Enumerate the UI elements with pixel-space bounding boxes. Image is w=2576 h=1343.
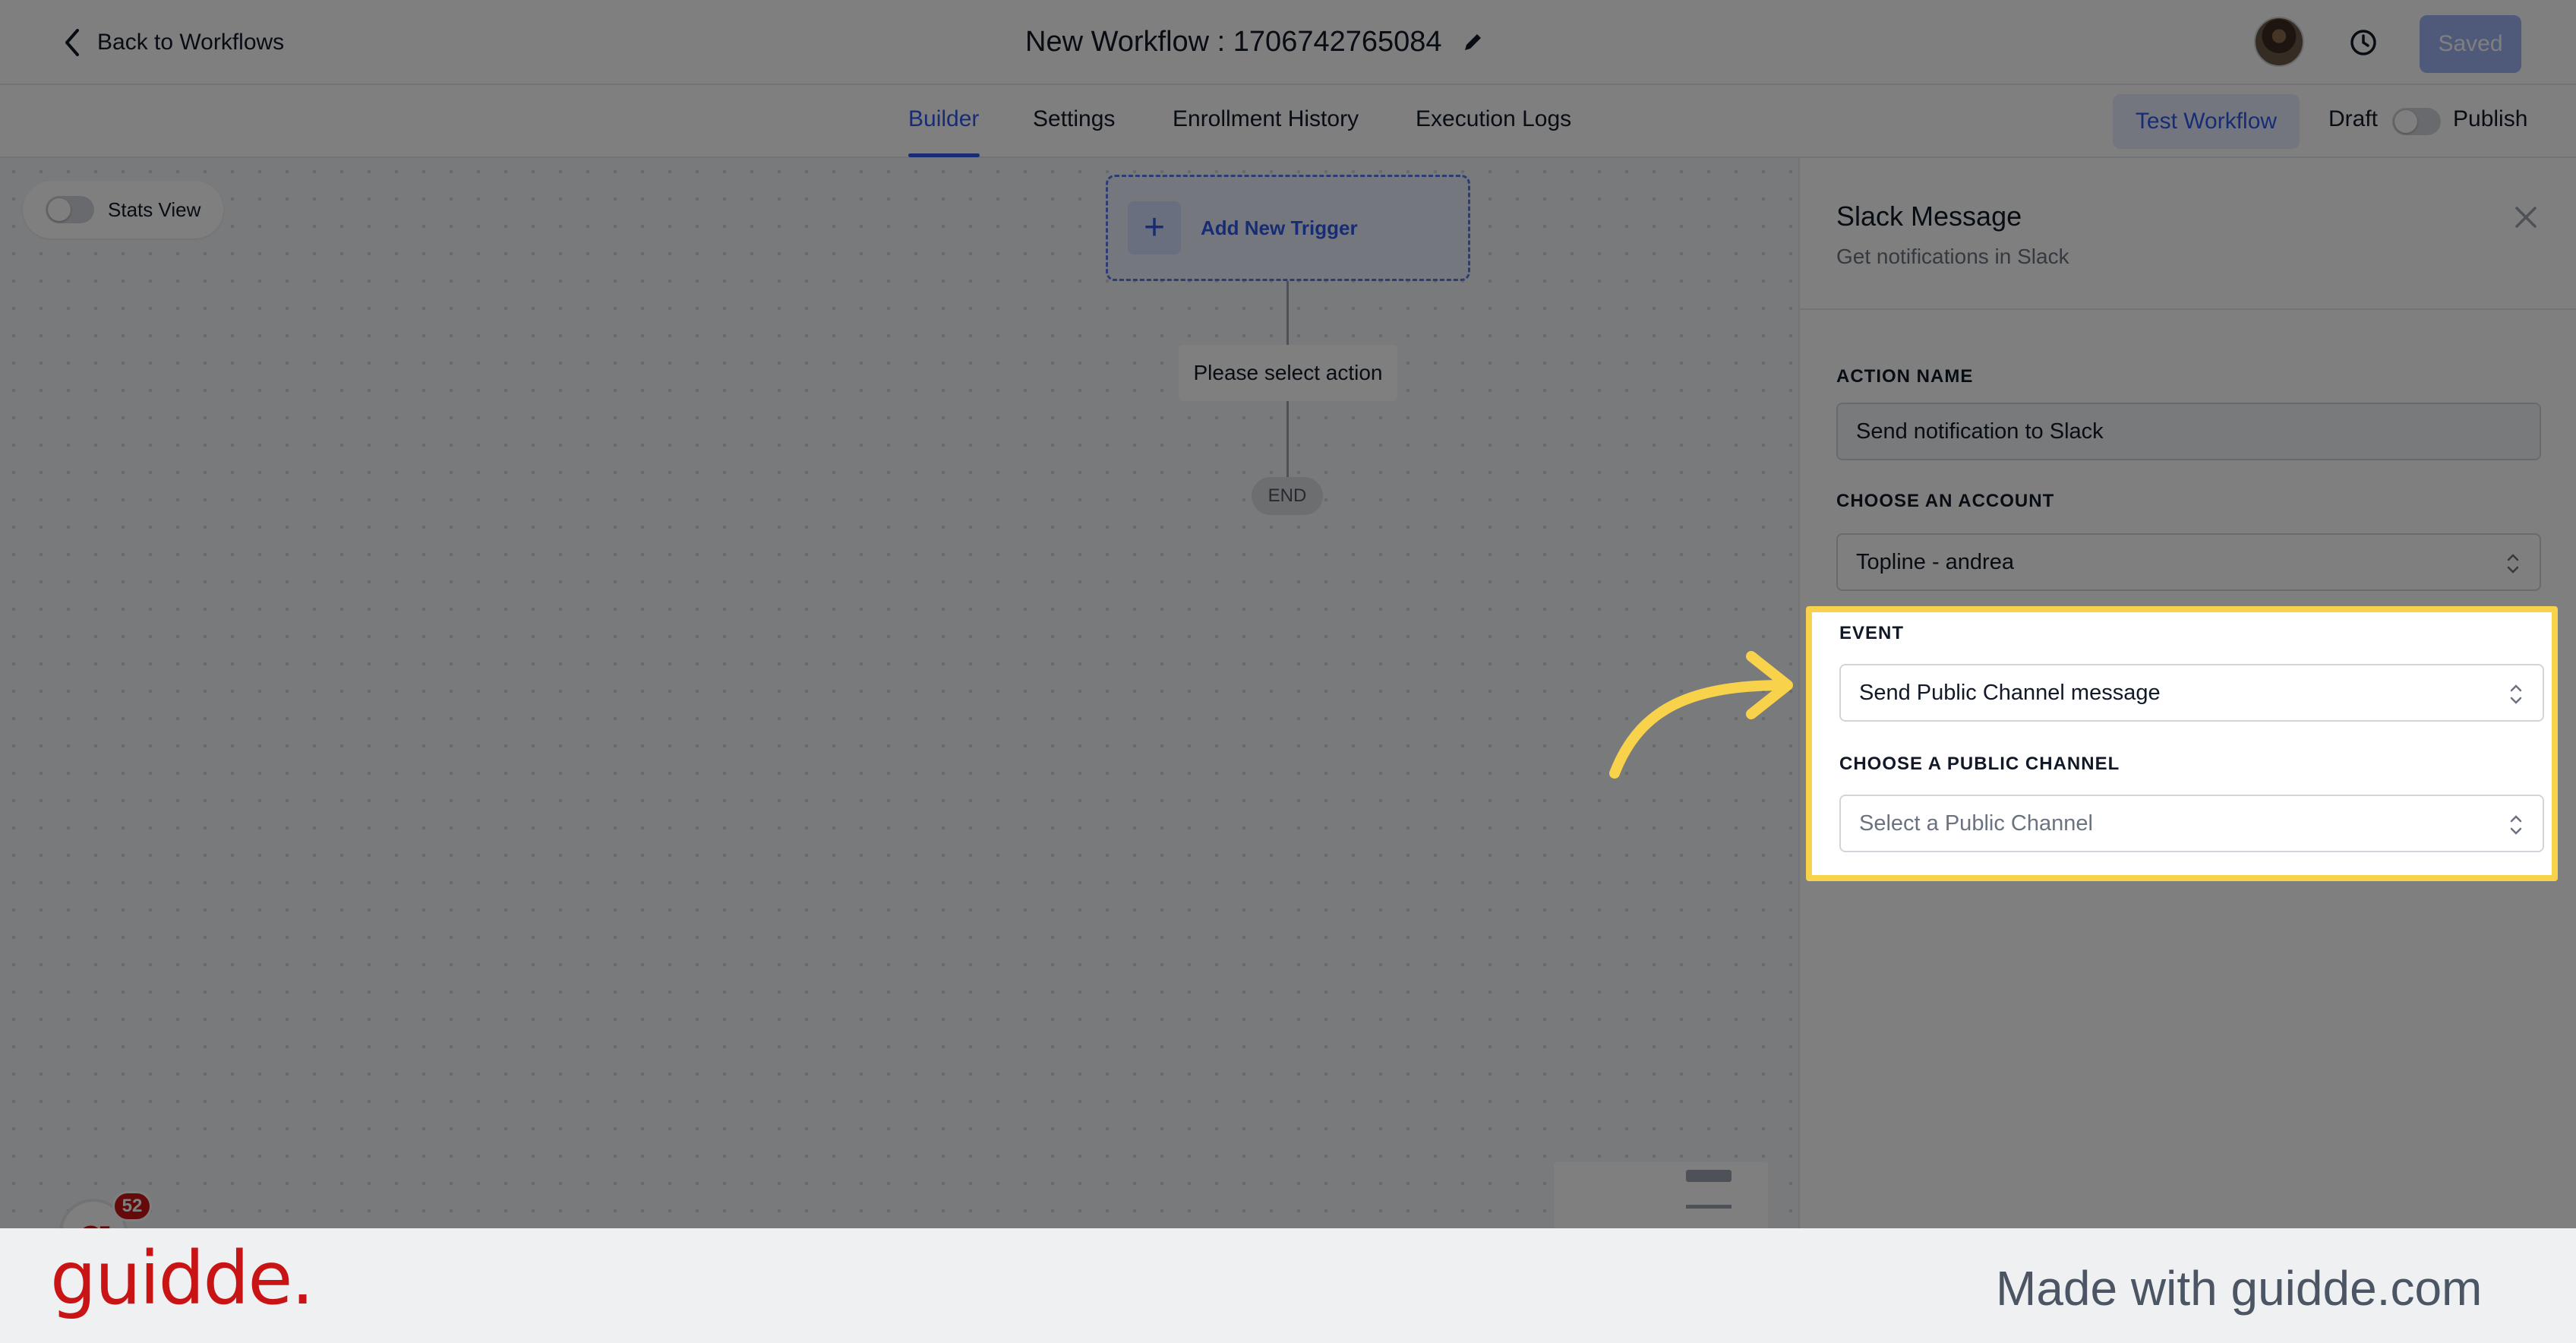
workflow-canvas[interactable]: Stats View + Add New Trigger Please sele… — [0, 158, 1798, 1228]
back-to-workflows-link[interactable]: Back to Workflows — [61, 26, 284, 59]
minimap-node — [1686, 1170, 1732, 1182]
tab-execution-logs[interactable]: Execution Logs — [1416, 106, 1571, 132]
close-icon[interactable] — [2511, 202, 2541, 232]
saved-button[interactable]: Saved — [2420, 15, 2521, 73]
publish-label: Publish — [2453, 106, 2528, 131]
made-with-text: Made with guidde.com — [1996, 1261, 2483, 1316]
action-name-label: ACTION NAME — [1836, 366, 1974, 387]
user-avatar[interactable] — [2254, 17, 2304, 67]
public-channel-placeholder: Select a Public Channel — [1859, 811, 2093, 836]
edit-pencil-icon[interactable] — [1462, 30, 1485, 53]
tab-bar: Builder Settings Enrollment History Exec… — [0, 85, 2576, 158]
panel-title: Slack Message — [1836, 201, 2022, 232]
end-node: END — [1252, 477, 1323, 515]
account-label: CHOOSE AN ACCOUNT — [1836, 491, 2055, 511]
active-tab-indicator — [908, 153, 980, 157]
publish-toggle[interactable] — [2392, 108, 2441, 135]
select-chevrons-icon — [2510, 684, 2522, 704]
minimap-line — [1686, 1205, 1732, 1209]
select-action-node[interactable]: Please select action — [1179, 345, 1397, 401]
chevron-left-icon — [65, 29, 79, 56]
highlight-box: EVENT Send Public Channel message CHOOSE… — [1806, 606, 2558, 881]
tab-builder[interactable]: Builder — [908, 106, 979, 132]
plus-icon: + — [1128, 201, 1181, 254]
workflow-title: New Workflow : 1706742765084 — [1025, 21, 1485, 62]
draft-label: Draft — [2328, 106, 2379, 131]
connector-line — [1286, 401, 1289, 477]
guidde-footer: guidde. Made with guidde.com — [0, 1228, 2576, 1343]
panel-header: Slack Message Get notifications in Slack — [1800, 158, 2576, 310]
notification-badge: 52 — [112, 1191, 152, 1221]
public-channel-label: CHOOSE A PUBLIC CHANNEL — [1839, 754, 2120, 774]
stats-toggle-switch[interactable] — [46, 196, 94, 223]
panel-subtitle: Get notifications in Slack — [1836, 245, 2069, 268]
select-chevrons-icon — [2510, 815, 2522, 835]
stats-view-toggle[interactable]: Stats View — [23, 181, 223, 239]
event-label: EVENT — [1839, 623, 1905, 643]
public-channel-select[interactable]: Select a Public Channel — [1839, 795, 2544, 852]
add-new-trigger-button[interactable]: + Add New Trigger — [1106, 175, 1470, 281]
tab-enrollment-history[interactable]: Enrollment History — [1173, 106, 1359, 132]
pointer-arrow-icon — [1609, 651, 1793, 779]
tab-settings[interactable]: Settings — [1033, 106, 1115, 132]
test-workflow-button[interactable]: Test Workflow — [2113, 94, 2300, 149]
action-name-input[interactable]: Send notification to Slack — [1836, 403, 2541, 460]
event-select-value: Send Public Channel message — [1859, 680, 2161, 705]
history-clock-icon[interactable] — [2347, 26, 2380, 59]
event-select[interactable]: Send Public Channel message — [1839, 664, 2544, 722]
back-label: Back to Workflows — [97, 30, 285, 55]
select-chevrons-icon — [2507, 554, 2519, 574]
workflow-title-text: New Workflow : 1706742765084 — [1025, 25, 1442, 58]
canvas-minimap[interactable] — [1554, 1162, 1768, 1228]
add-trigger-label: Add New Trigger — [1201, 216, 1358, 239]
account-select[interactable]: Topline - andrea — [1836, 533, 2541, 591]
connector-line — [1286, 281, 1289, 345]
stats-view-label: Stats View — [108, 198, 201, 221]
workflow-app: Back to Workflows New Workflow : 1706742… — [0, 0, 2576, 1228]
account-select-value: Topline - andrea — [1856, 549, 2014, 574]
chat-logo-icon: g — [76, 1206, 114, 1228]
guidde-logo: guidde. — [50, 1236, 314, 1321]
top-header: Back to Workflows New Workflow : 1706742… — [0, 0, 2576, 85]
